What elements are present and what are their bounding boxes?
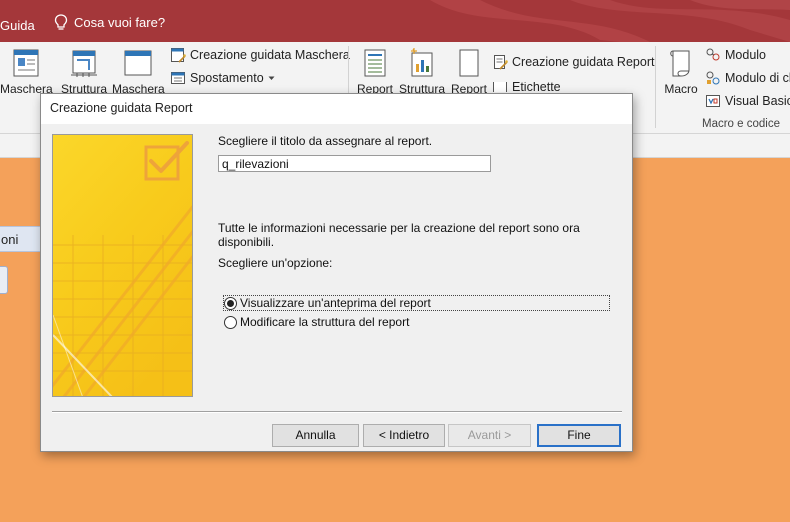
blank-form-icon — [124, 50, 152, 76]
form-button[interactable]: Maschera — [0, 48, 53, 96]
visual-basic-label: Visual Basic — [725, 94, 790, 108]
dialog-divider — [52, 411, 622, 412]
form-design-button[interactable]: Struttura — [58, 48, 110, 96]
title-prompt: Scegliere il titolo da assegnare al repo… — [218, 134, 433, 148]
form-design-icon — [71, 50, 97, 77]
navigation-form-icon — [171, 72, 185, 84]
class-module-icon — [706, 71, 720, 85]
navigation-button[interactable]: Spostamento — [170, 70, 275, 86]
visual-basic-icon — [706, 95, 720, 107]
info-text-line1: Tutte le informazioni necessarie per la … — [218, 221, 580, 235]
class-module-label: Modulo di cl — [725, 71, 790, 85]
macro-icon — [670, 50, 690, 77]
form-wizard-icon — [171, 48, 186, 63]
menu-help[interactable]: Guida — [0, 18, 35, 33]
chevron-down-icon — [268, 76, 275, 80]
blank-report-button[interactable]: Report — [448, 48, 490, 96]
form-icon — [13, 49, 39, 77]
choose-option-label: Scegliere un'opzione: — [218, 256, 333, 270]
report-icon — [364, 49, 386, 77]
report-wizard-dialog: Creazione guidata Report Scegliere il ti… — [40, 93, 633, 452]
labels-label: Etichette — [512, 82, 561, 92]
module-icon — [706, 48, 720, 61]
wizard-illustration — [52, 134, 193, 397]
option-preview-radio[interactable]: Visualizzare un'anteprima del report — [223, 295, 610, 311]
report-wizard-label: Creazione guidata Report — [512, 55, 655, 69]
wizard-illustration-graphic — [53, 135, 192, 396]
labels-icon — [493, 82, 507, 92]
option-modify-label: Modificare la struttura del report — [240, 315, 410, 329]
radio-checked-icon — [224, 296, 237, 310]
back-button[interactable]: < Indietro — [363, 424, 445, 447]
report-design-icon — [411, 48, 433, 77]
finish-button[interactable]: Fine — [537, 424, 621, 447]
dialog-title: Creazione guidata Report — [50, 101, 193, 115]
option-modify-radio[interactable]: Modificare la struttura del report — [224, 315, 409, 329]
ribbon-separator — [655, 46, 656, 128]
object-tab-label: oni — [1, 232, 19, 247]
title-bar: Guida Cosa vuoi fare? — [0, 0, 790, 42]
object-tab[interactable]: oni — [0, 226, 42, 252]
info-text-line2: disponibili. — [218, 235, 275, 249]
group-label-macro: Macro e codice — [702, 118, 780, 130]
dialog-title-bar[interactable]: Creazione guidata Report — [41, 94, 632, 124]
module-label: Modulo — [725, 48, 766, 62]
option-preview-label: Visualizzare un'anteprima del report — [240, 296, 431, 310]
blank-form-button[interactable]: Maschera — [112, 48, 165, 96]
dialog-body: Scegliere il titolo da assegnare al repo… — [41, 124, 632, 451]
form-wizard-button[interactable]: Creazione guidata Maschera — [170, 47, 350, 63]
report-button[interactable]: Report — [354, 48, 396, 96]
lightbulb-icon — [54, 14, 68, 30]
cancel-button[interactable]: Annulla — [272, 424, 359, 447]
labels-button[interactable]: Etichette — [492, 82, 561, 92]
report-design-button[interactable]: Struttura — [398, 48, 446, 96]
report-wizard-button[interactable]: Creazione guidata Report — [492, 54, 654, 70]
next-button[interactable]: Avanti > — [448, 424, 531, 447]
radio-unchecked-icon — [224, 315, 237, 329]
report-wizard-icon — [494, 55, 508, 70]
navigation-label: Spostamento — [190, 71, 264, 85]
macro-button[interactable]: Macro — [660, 48, 702, 96]
module-button[interactable]: Modulo — [705, 47, 766, 63]
visual-basic-button[interactable]: Visual Basic — [705, 93, 790, 109]
class-module-button[interactable]: Modulo di cl — [705, 70, 790, 86]
tell-me-label: Cosa vuoi fare? — [74, 15, 166, 30]
tell-me-search[interactable]: Cosa vuoi fare? — [54, 14, 165, 31]
title-bar-pattern — [430, 0, 790, 42]
form-wizard-label: Creazione guidata Maschera — [190, 48, 350, 62]
blank-report-icon — [459, 49, 479, 77]
report-title-input[interactable] — [218, 155, 491, 172]
partial-button[interactable] — [0, 266, 8, 294]
macro-label: Macro — [664, 82, 698, 96]
